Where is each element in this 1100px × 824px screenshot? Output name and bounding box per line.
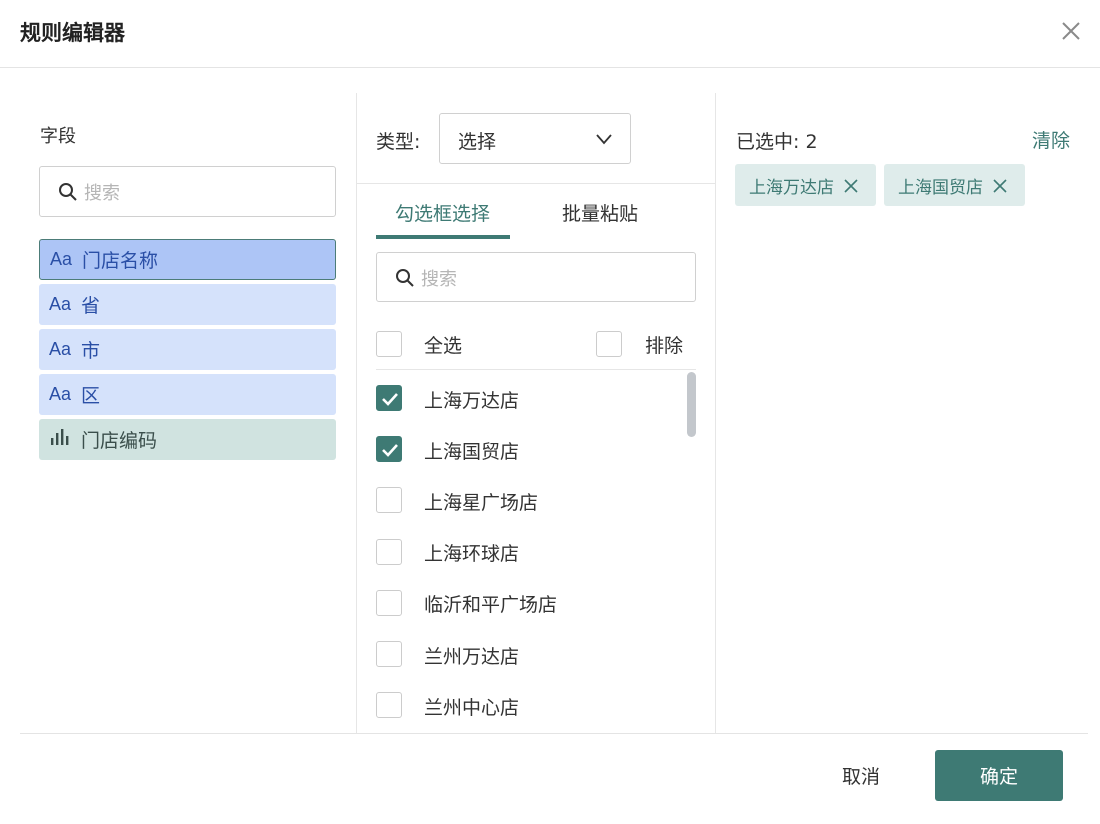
filter-header-divider xyxy=(357,183,715,184)
option-list-scrollbar[interactable] xyxy=(687,372,696,437)
column-divider xyxy=(356,93,357,733)
option-label: 上海万达店 xyxy=(424,390,520,412)
select-all-label: 全选 xyxy=(424,335,463,357)
tab-checkbox-select[interactable]: 勾选框选择 xyxy=(395,199,490,226)
option-checkbox[interactable] xyxy=(376,436,402,462)
option-checkbox[interactable] xyxy=(376,385,402,411)
field-item-label: 门店名称 xyxy=(82,250,159,272)
field-item-province[interactable]: Aa 省 xyxy=(39,284,336,325)
field-search-placeholder: 搜索 xyxy=(84,183,120,204)
field-item-label: 门店编码 xyxy=(81,430,158,452)
field-item-label: 市 xyxy=(81,340,101,362)
type-label: 类型: xyxy=(376,131,421,153)
option-search-placeholder: 搜索 xyxy=(421,269,457,290)
field-item-label: 区 xyxy=(81,385,101,407)
search-icon xyxy=(395,268,415,288)
list-item xyxy=(376,538,402,566)
option-checkbox[interactable] xyxy=(376,692,402,718)
dialog-header: 规则编辑器 xyxy=(0,0,1100,68)
active-tab-indicator xyxy=(376,235,510,239)
option-label: 上海国贸店 xyxy=(424,441,520,463)
list-item xyxy=(376,589,402,617)
option-list-divider xyxy=(376,369,696,370)
list-item xyxy=(376,486,402,514)
option-label: 兰州万达店 xyxy=(424,646,520,668)
field-item-label: 省 xyxy=(81,295,101,317)
option-checkbox[interactable] xyxy=(376,539,402,565)
field-item-store-code[interactable]: 门店编码 xyxy=(39,419,336,460)
text-type-icon: Aa xyxy=(49,384,72,404)
confirm-button[interactable]: 确定 xyxy=(935,750,1063,801)
search-icon xyxy=(58,182,78,202)
text-type-icon: Aa xyxy=(49,339,72,359)
column-divider xyxy=(715,93,716,733)
clear-button[interactable]: 清除 xyxy=(1032,126,1070,153)
type-select[interactable]: 选择 xyxy=(439,113,631,164)
fields-heading: 字段 xyxy=(40,126,76,147)
field-search-input[interactable]: 搜索 xyxy=(39,166,336,217)
select-all-checkbox[interactable] xyxy=(376,331,402,357)
select-all-row xyxy=(376,330,402,358)
list-item xyxy=(376,691,402,719)
exclude-label: 排除 xyxy=(645,335,684,357)
selected-tag-label: 上海国贸店 xyxy=(898,177,983,198)
close-icon[interactable] xyxy=(1058,18,1084,44)
text-type-icon: Aa xyxy=(50,249,73,269)
option-checkbox[interactable] xyxy=(376,641,402,667)
cancel-button[interactable]: 取消 xyxy=(812,750,910,801)
option-checkbox[interactable] xyxy=(376,590,402,616)
text-type-icon: Aa xyxy=(49,294,72,314)
option-label: 临沂和平广场店 xyxy=(424,594,558,616)
list-item xyxy=(376,640,402,668)
selected-count: 已选中: 2 xyxy=(736,131,818,153)
option-checkbox[interactable] xyxy=(376,487,402,513)
dialog-title: 规则编辑器 xyxy=(20,21,125,45)
remove-tag-icon[interactable] xyxy=(844,178,858,193)
field-item-city[interactable]: Aa 市 xyxy=(39,329,336,370)
selected-tag: 上海万达店 xyxy=(735,164,876,206)
selected-tag: 上海国贸店 xyxy=(884,164,1025,206)
chevron-down-icon xyxy=(595,130,613,148)
remove-tag-icon[interactable] xyxy=(993,178,1007,193)
field-item-district[interactable]: Aa 区 xyxy=(39,374,336,415)
list-item xyxy=(376,435,402,463)
bar-chart-icon xyxy=(39,427,81,452)
list-item xyxy=(376,384,402,412)
footer-divider xyxy=(20,733,1088,734)
exclude-checkbox[interactable] xyxy=(596,331,622,357)
field-item-store-name[interactable]: Aa 门店名称 xyxy=(39,239,336,280)
option-label: 上海星广场店 xyxy=(424,492,539,514)
selected-tag-label: 上海万达店 xyxy=(749,177,834,198)
exclude-row xyxy=(596,330,622,358)
type-select-value: 选择 xyxy=(458,131,497,153)
option-label: 兰州中心店 xyxy=(424,697,520,719)
option-label: 上海环球店 xyxy=(424,543,520,565)
tab-bulk-paste[interactable]: 批量粘贴 xyxy=(562,199,638,226)
option-search-input[interactable]: 搜索 xyxy=(376,252,696,302)
